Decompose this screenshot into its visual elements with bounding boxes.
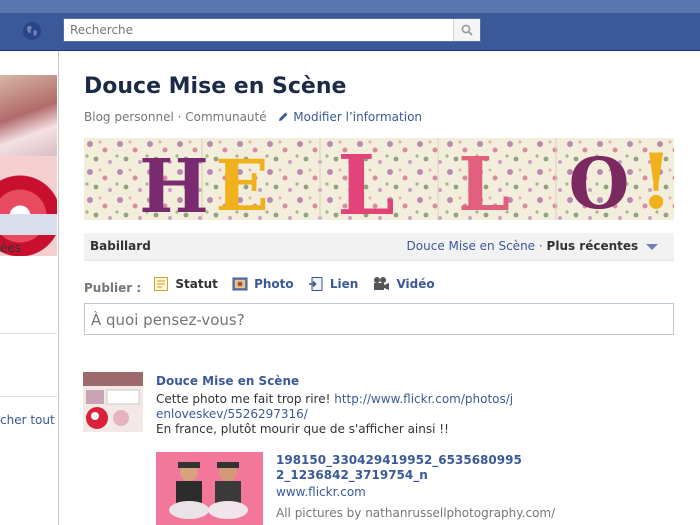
wall-filter[interactable]: Douce Mise en Scène · Plus récentes <box>407 239 658 253</box>
wall-label[interactable]: Babillard <box>90 239 151 253</box>
banner-letter: H <box>139 144 209 220</box>
video-icon <box>374 277 390 290</box>
chevron-down-icon[interactable] <box>646 243 658 250</box>
left-nav-selected[interactable] <box>0 214 57 235</box>
attachment-thumbnail[interactable] <box>156 452 263 525</box>
attachment-photo <box>156 452 263 525</box>
hello-banner[interactable]: H E L L O! <box>84 138 674 220</box>
tab-video[interactable]: Vidéo <box>372 276 435 292</box>
attachment-url[interactable]: www.flickr.com <box>276 485 366 499</box>
post-text-suffix: En france, plutôt mourir que de s'affich… <box>156 422 449 436</box>
edit-info-link[interactable]: Modifier l’information <box>278 110 422 124</box>
publisher-tabs: Publier : Statut Photo Lien Vidéo <box>84 276 445 296</box>
tab-link[interactable]: Lien <box>308 276 358 292</box>
search-box[interactable] <box>63 18 481 42</box>
page-category[interactable]: Blog personnel <box>84 110 174 124</box>
avatar-image <box>83 372 143 432</box>
page-meta: Blog personnel · Communauté Modifier l’i… <box>84 110 422 124</box>
left-nav-item[interactable]: ées <box>0 241 21 255</box>
left-divider <box>0 333 57 334</box>
page-title: Douce Mise en Scène <box>84 74 347 99</box>
page-community[interactable]: Communauté <box>185 110 266 124</box>
banner-letter: L <box>458 142 510 220</box>
wall-filter-owner[interactable]: Douce Mise en Scène <box>407 239 536 253</box>
left-divider <box>0 396 57 397</box>
attachment-title[interactable]: 198150_330429419952_65356809952_1236842_… <box>276 453 526 483</box>
tab-photo-label: Photo <box>254 277 294 291</box>
tab-status[interactable]: Statut <box>153 276 218 292</box>
attachment-description: All pictures by nathanrussellphotography… <box>276 506 556 520</box>
post-message: Cette photo me fait trop rire! http://ww… <box>156 392 516 437</box>
search-icon <box>461 24 473 36</box>
search-input[interactable] <box>70 22 450 38</box>
post-author[interactable]: Douce Mise en Scène <box>156 374 299 388</box>
banner-image: H E L L O! <box>84 138 674 220</box>
banner-letter: E <box>215 144 268 220</box>
banner-letter: O <box>569 142 630 220</box>
photo-icon <box>232 277 248 291</box>
post-text-prefix: Cette photo me fait trop rire! <box>156 392 335 406</box>
left-see-all-link[interactable]: cher tout <box>0 413 55 427</box>
wall-sort[interactable]: Plus récentes <box>547 239 639 253</box>
publish-label: Publier : <box>84 281 142 295</box>
status-composer[interactable] <box>84 303 674 335</box>
top-strip <box>0 0 700 13</box>
pencil-icon <box>279 112 288 121</box>
filter-separator: · <box>538 239 547 253</box>
banner-letter: ! <box>639 138 672 220</box>
status-input[interactable] <box>91 311 661 329</box>
globe-icon[interactable] <box>22 21 42 41</box>
left-column: ées cher tout <box>0 51 59 525</box>
edit-info-label: Modifier l’information <box>293 110 423 124</box>
post-avatar[interactable] <box>83 372 143 432</box>
wall-header: Babillard Douce Mise en Scène · Plus réc… <box>84 233 674 261</box>
banner-letter: L <box>337 138 395 220</box>
status-icon <box>154 277 169 291</box>
top-bar <box>0 0 700 51</box>
tab-video-label: Vidéo <box>396 277 435 291</box>
tab-status-label: Statut <box>175 277 218 291</box>
link-icon <box>308 277 323 291</box>
tab-link-label: Lien <box>329 277 359 291</box>
tab-photo[interactable]: Photo <box>232 276 294 292</box>
search-button[interactable] <box>453 19 480 41</box>
